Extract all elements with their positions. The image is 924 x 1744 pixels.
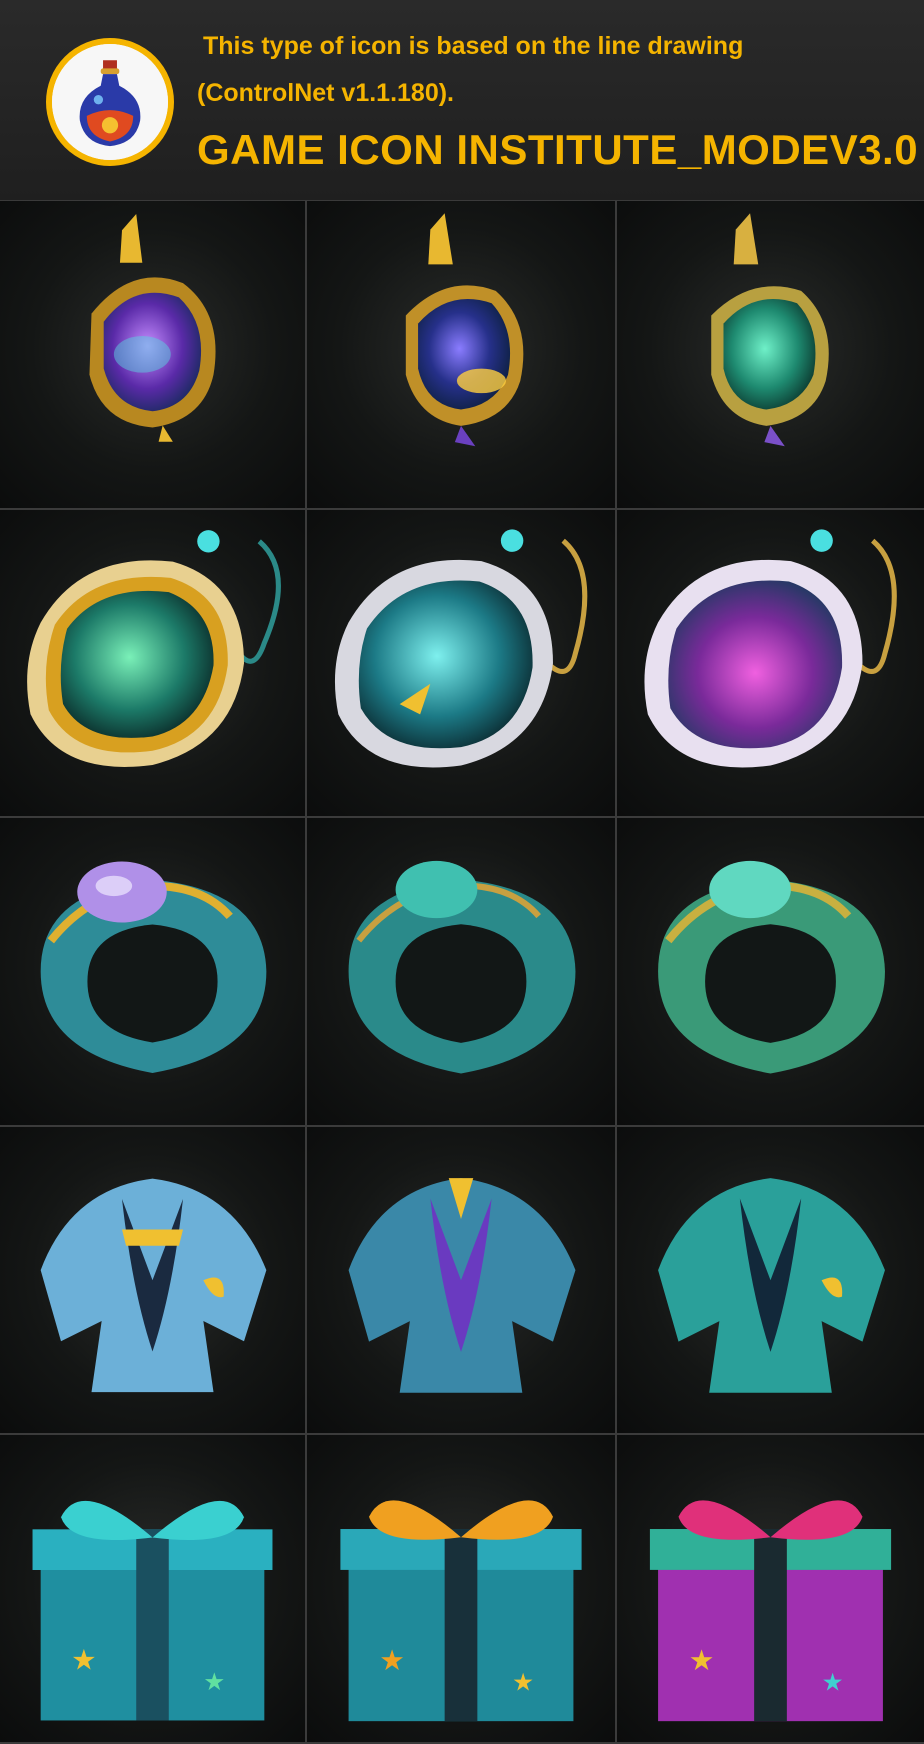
svg-text:★: ★ [689, 1643, 715, 1677]
orb-pendant-green-gold [0, 509, 307, 819]
robe-teal [617, 1126, 924, 1436]
page-title: GAME ICON INSTITUTE_MODEV3.0 [197, 126, 919, 173]
robe-icon [40, 1178, 267, 1392]
svg-text:★: ★ [512, 1668, 534, 1697]
orb-pendant-icon [27, 529, 281, 767]
amulet-pendant-blue-gold [307, 201, 617, 510]
ring-amethyst [0, 818, 307, 1127]
amulet-pendant-icon [405, 213, 524, 447]
orb-pendant-icon [334, 529, 588, 768]
icon-grid: ★ ★ ★ ★ ★ ★ [0, 201, 924, 1744]
ring-icon [40, 861, 267, 1074]
gift-box-icon: ★ ★ [340, 1500, 582, 1722]
robe-icon [348, 1177, 576, 1393]
amulet-pendant-icon [89, 213, 216, 442]
ring-icon [658, 861, 885, 1074]
svg-text:★: ★ [379, 1643, 405, 1677]
robe-light-blue [0, 1126, 307, 1436]
orb-pendant-magenta [617, 509, 924, 819]
description-line-1: This type of icon is based on the line d… [203, 32, 744, 60]
ring-teal [307, 818, 617, 1127]
ring-icon [348, 861, 576, 1074]
potion-bottle-icon [46, 38, 174, 166]
gift-box-icon: ★ ★ [649, 1500, 892, 1722]
svg-text:★: ★ [822, 1668, 844, 1697]
amulet-pendant-icon [711, 213, 829, 447]
svg-text:★: ★ [71, 1644, 97, 1677]
orb-pendant-icon [644, 529, 897, 768]
gift-box-orange-bow: ★ ★ [307, 1435, 617, 1744]
orb-pendant-teal [307, 509, 617, 819]
robe-icon [658, 1177, 885, 1393]
header-banner: This type of icon is based on the line d… [0, 0, 924, 201]
gift-box-teal: ★ ★ [0, 1435, 307, 1744]
robe-blue-purple [307, 1126, 617, 1436]
svg-text:★: ★ [203, 1667, 225, 1696]
gift-box-pink: ★ ★ [617, 1435, 924, 1744]
amulet-pendant-teal [617, 201, 924, 510]
description-line-2: (ControlNet v1.1.180). [197, 79, 455, 107]
gift-box-icon: ★ ★ [32, 1501, 273, 1721]
ring-green [617, 818, 924, 1127]
amulet-pendant-purple [0, 201, 307, 510]
